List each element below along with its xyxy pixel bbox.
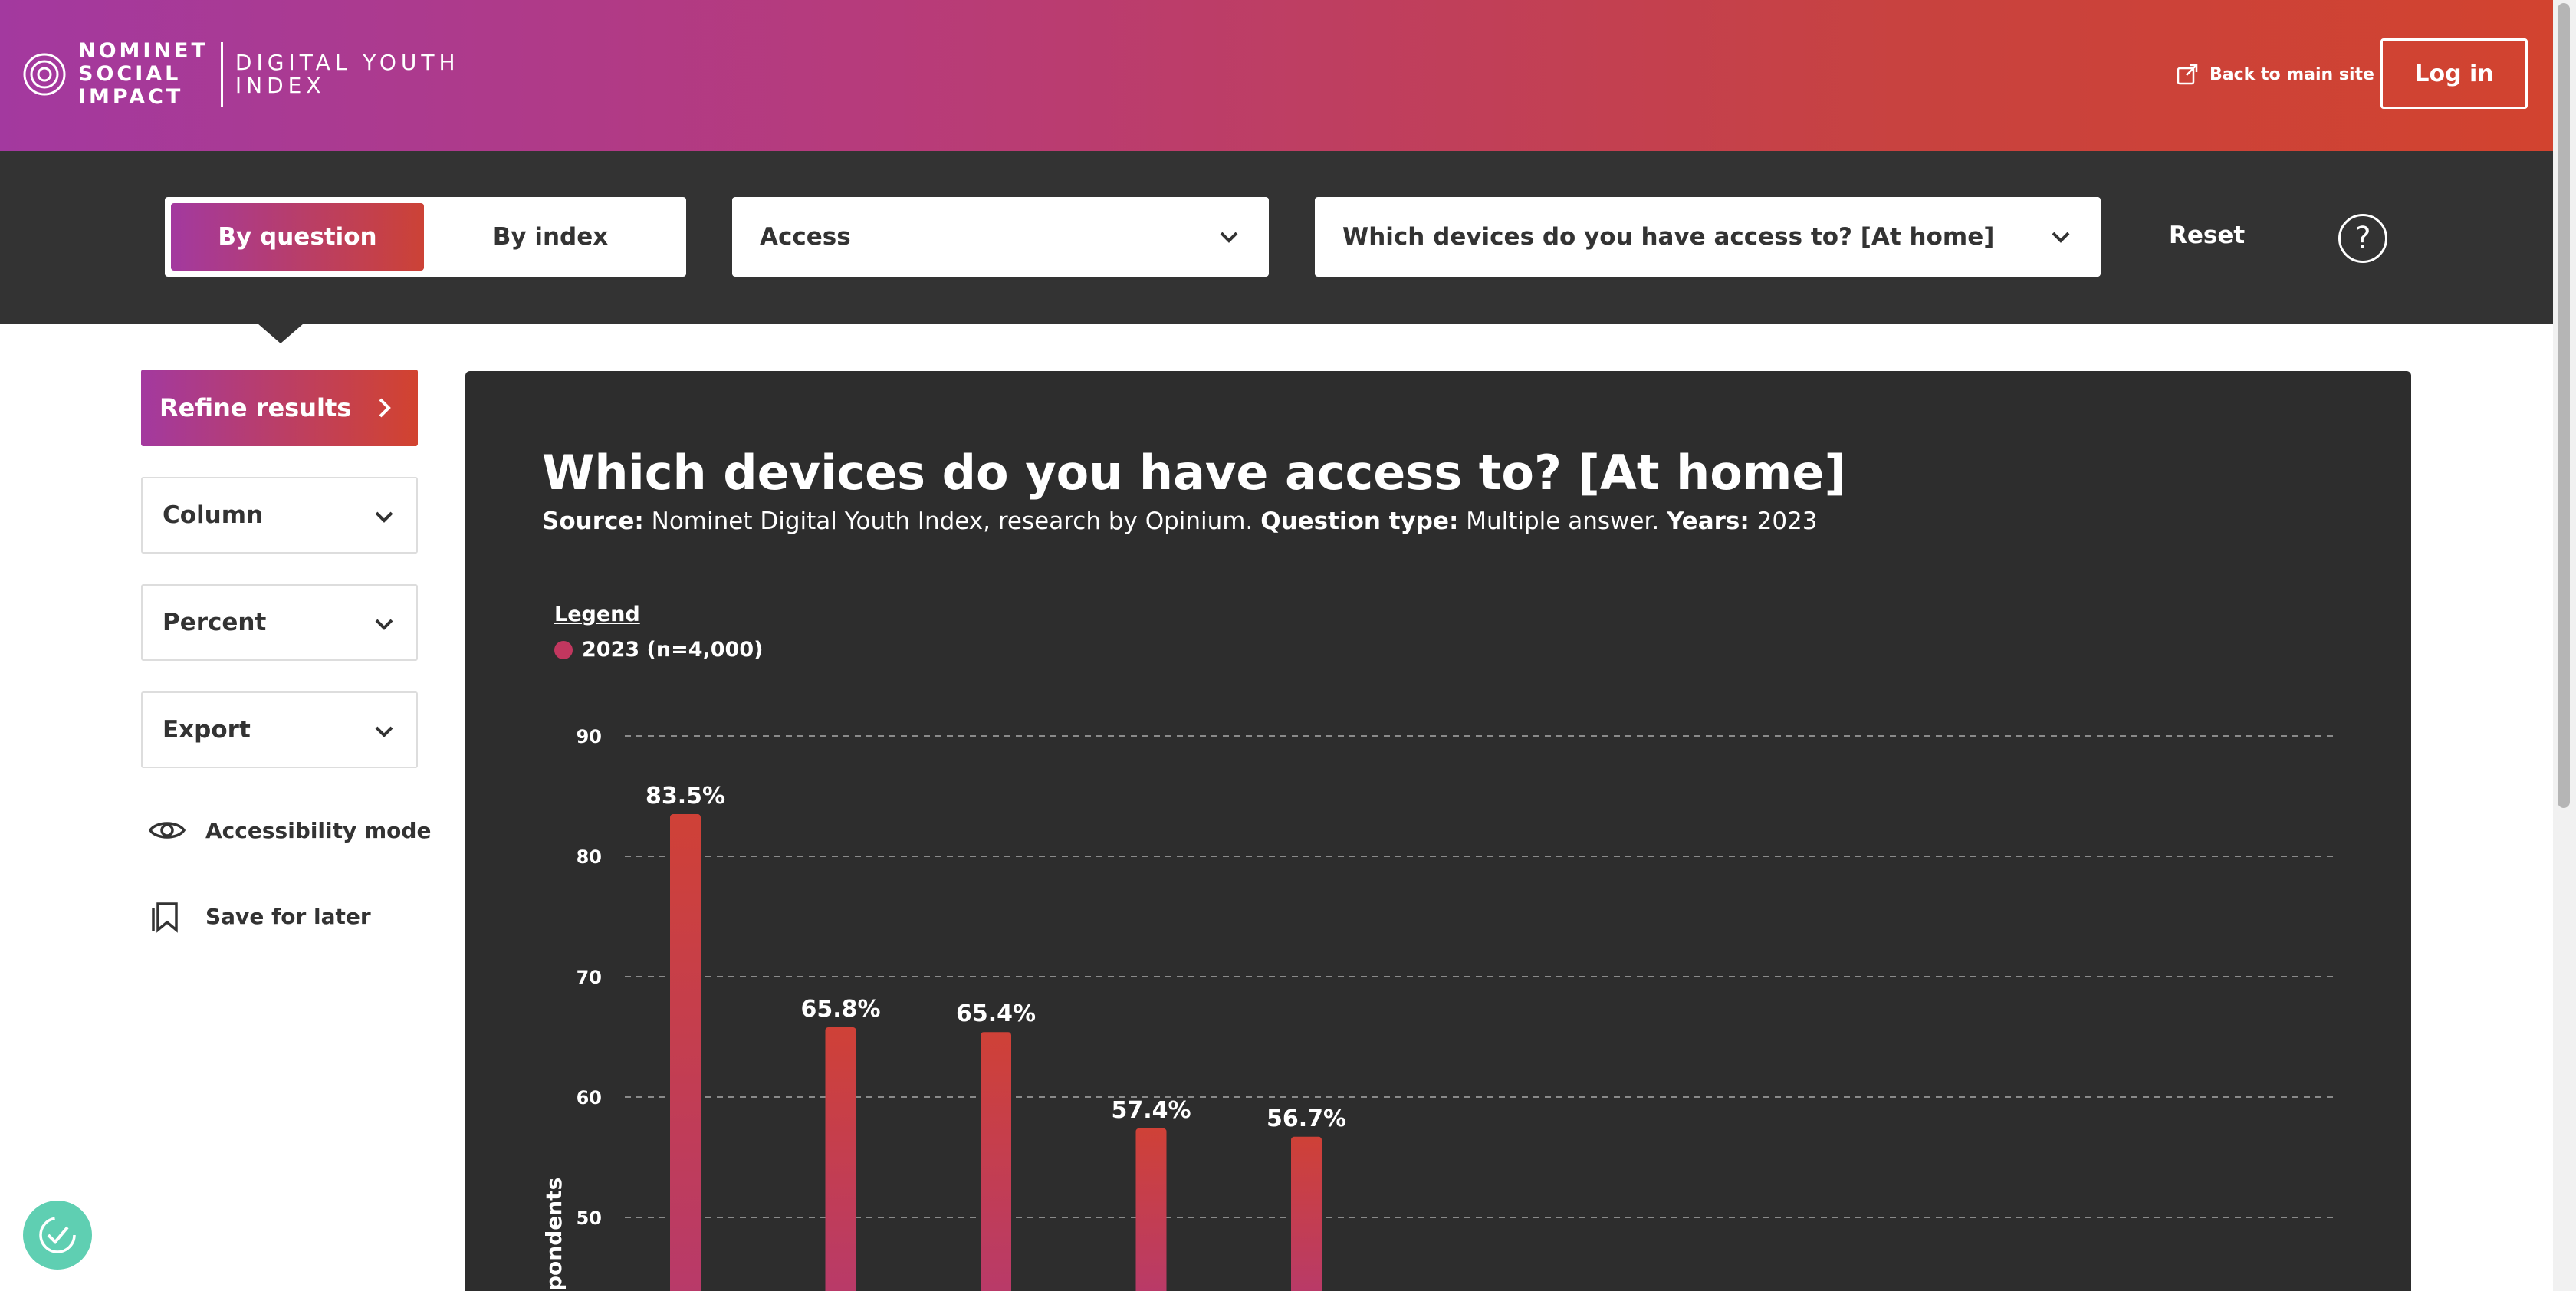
chart-title: Which devices do you have access to? [At… [542,445,1846,501]
question-select[interactable]: Which devices do you have access to? [At… [1315,197,2101,277]
bar-data-label: 65.4% [956,1000,1036,1027]
product-line: INDEX [235,73,326,98]
y-tick-label: 50 [577,1207,602,1229]
logo-line: SOCIAL [78,62,182,86]
column-select-label: Column [163,501,264,529]
target-logo-icon [23,53,66,96]
percent-select[interactable]: Percent [141,584,418,661]
question-select-value: Which devices do you have access to? [At… [1342,223,1995,251]
save-for-later-label: Save for later [205,903,371,929]
product-line: DIGITAL YOUTH [235,50,460,75]
legend-dot [554,640,573,659]
category-select[interactable]: Access [732,197,1269,277]
accessibility-mode-label: Accessibility mode [205,817,432,843]
question-toolbar: By question By index Access Which device… [0,151,2553,324]
legend-title: Legend [554,603,640,626]
view-mode-toggle: By question By index [165,197,686,277]
y-tick-label: 90 [577,726,602,747]
source-label: Source: [542,508,644,535]
bar-data-label: 56.7% [1267,1105,1346,1132]
logo-line: NOMINET [78,39,209,63]
chevron-down-icon [375,511,393,523]
bar[interactable] [1135,1128,1167,1291]
chevron-down-icon [375,619,393,630]
question-type-value: Multiple answer. [1466,508,1660,535]
logo[interactable]: NOMINET SOCIAL IMPACT DIGITAL YOUTH INDE… [21,40,460,109]
bar[interactable] [670,814,701,1291]
page-scrollbar-thumb[interactable] [2558,3,2570,808]
accessibility-mode-link[interactable]: Accessibility mode [147,809,431,852]
y-tick-label: 80 [577,846,602,868]
chevron-down-icon [375,726,393,737]
question-type-label: Question type: [1260,508,1459,535]
export-select[interactable]: Export [141,691,418,768]
bookmark-icon [152,902,178,933]
logo-wordmark: NOMINET SOCIAL IMPACT [78,40,209,109]
chevron-down-icon [2052,232,2070,243]
y-tick-label: 60 [577,1087,602,1109]
product-name: DIGITAL YOUTH INDEX [235,51,460,97]
back-to-main-site-link[interactable]: Back to main site [2176,61,2374,88]
active-tab-pointer [258,324,304,343]
bar[interactable] [981,1032,1011,1291]
bar[interactable] [825,1027,856,1291]
by-question-tab[interactable]: By question [171,203,424,271]
accessibility-widget-button[interactable] [23,1201,92,1270]
chart-panel: 50 60 70 80 90 83.5% 65.8% 65.4% 57.4% 56.7% pon… [465,371,2411,1291]
reset-button[interactable]: Reset [2169,222,2245,249]
accessibility-check-icon [39,1217,76,1253]
save-for-later-link[interactable]: Save for later [147,895,371,938]
y-tick-label: 70 [577,967,602,988]
login-button[interactable]: Log in [2380,38,2528,109]
bar-data-label: 57.4% [1111,1097,1191,1124]
eye-icon [148,822,186,839]
column-select[interactable]: Column [141,477,418,554]
bar-data-label: 65.8% [800,996,880,1023]
chart-source: Source: Nominet Digital Youth Index, res… [542,508,1818,535]
refine-results-button[interactable]: Refine results [141,370,418,446]
export-select-label: Export [163,716,251,744]
by-index-tab[interactable]: By index [424,203,677,271]
external-link-icon [2177,64,2198,85]
legend-item-label: 2023 (n=4,000) [582,638,764,662]
years-label: Years: [1667,508,1750,535]
logo-divider [220,42,223,107]
y-axis-label: pondents [541,1178,567,1291]
back-link-label: Back to main site [2210,64,2374,84]
site-header: NOMINET SOCIAL IMPACT DIGITAL YOUTH INDE… [0,0,2553,151]
chevron-down-icon [1220,232,1238,243]
help-icon[interactable]: ? [2338,214,2387,263]
logo-line: IMPACT [78,85,184,109]
source-value: Nominet Digital Youth Index, research by… [651,508,1254,535]
legend-item[interactable]: 2023 (n=4,000) [554,638,763,662]
category-select-value: Access [760,223,851,251]
years-value: 2023 [1756,508,1818,535]
percent-select-label: Percent [163,609,267,636]
chevron-right-icon [379,398,391,418]
bar-data-label: 83.5% [646,783,725,810]
bar[interactable] [1291,1136,1322,1291]
refine-results-label: Refine results [159,393,352,422]
